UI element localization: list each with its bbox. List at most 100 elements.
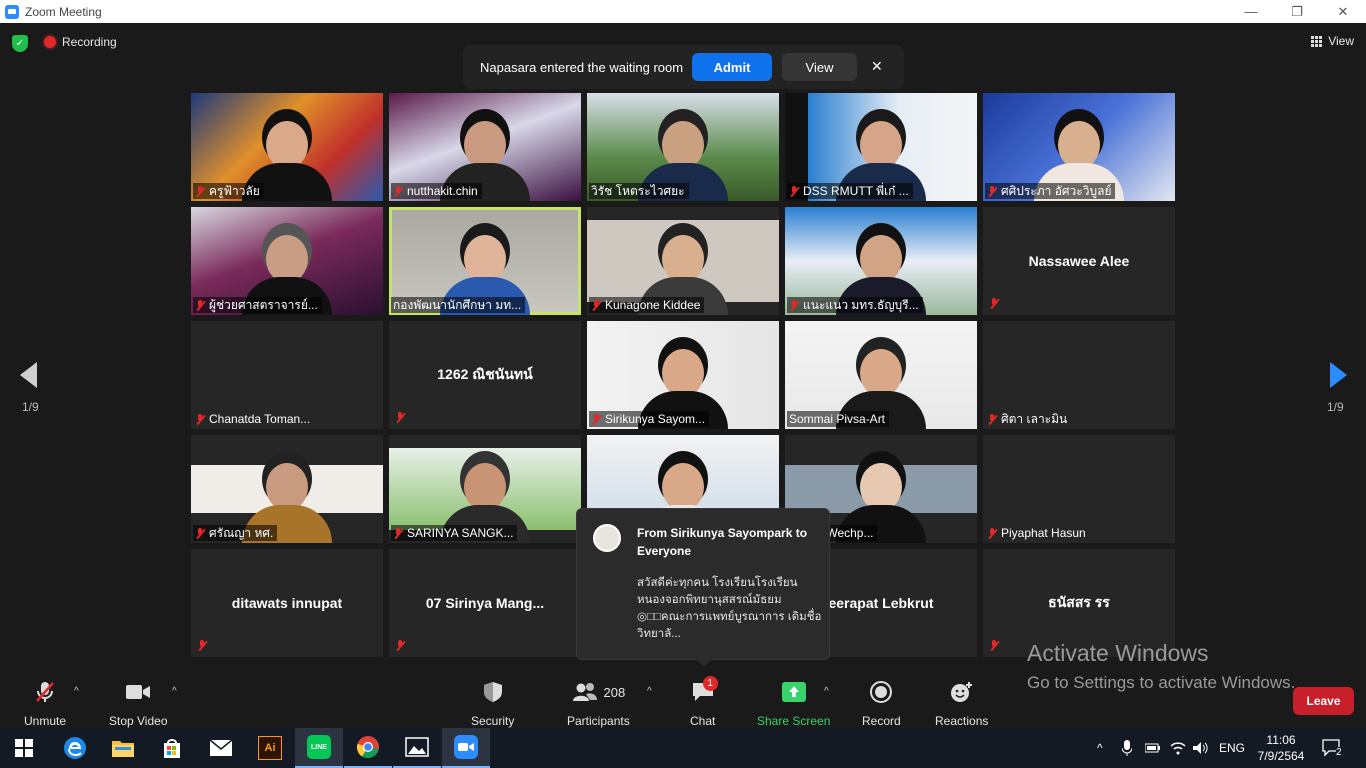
participant-tile[interactable]: ศรัณญา หศ. — [191, 435, 383, 543]
edge-browser-icon[interactable] — [51, 728, 99, 768]
admit-button[interactable]: Admit — [692, 53, 772, 81]
share-options-caret-icon[interactable]: ^ — [824, 686, 829, 697]
line-app-icon[interactable]: LINE — [295, 728, 343, 768]
participant-name: eerapat Lebkrut — [828, 595, 934, 611]
participant-name: ศิตา เลาะมิน — [1001, 411, 1068, 426]
share-screen-button[interactable]: Share Screen — [757, 680, 830, 728]
clock-date: 7/9/2564 — [1257, 749, 1305, 763]
mail-icon[interactable] — [197, 728, 245, 768]
participant-name-label: DSS RMUTT พี่เก๋ ... — [787, 183, 913, 199]
participant-tile[interactable]: วิรัช โหตระไวศยะ — [587, 93, 779, 201]
chat-message-popup[interactable]: From Sirikunya Sayompark to Everyone สวั… — [576, 508, 830, 667]
participant-tile[interactable]: ศิตา เลาะมิน — [983, 321, 1175, 429]
participant-tile[interactable]: SARINYA SANGK... — [389, 435, 581, 543]
close-notification-icon[interactable]: ✕ — [871, 58, 883, 75]
start-windows-icon[interactable] — [0, 728, 48, 768]
participant-name: กองพัฒนานักศึกษา มท... — [393, 297, 522, 312]
participant-tile[interactable]: Nassawee Alee — [983, 207, 1175, 315]
battery-icon[interactable] — [1145, 728, 1161, 768]
video-options-caret-icon[interactable]: ^ — [172, 686, 177, 697]
record-label: Record — [862, 714, 901, 728]
page-indicator-left: 1/9 — [22, 400, 39, 414]
waiting-room-message: Napasara entered the waiting room — [480, 59, 684, 75]
chat-button[interactable]: 1 Chat — [690, 676, 718, 728]
participant-tile[interactable]: 1262 ณิชนันทน์ — [389, 321, 581, 429]
participant-tile[interactable]: Piyaphat Hasun — [983, 435, 1175, 543]
sender-avatar — [593, 524, 621, 552]
smiley-plus-icon — [950, 680, 974, 704]
audio-options-caret-icon[interactable]: ^ — [74, 686, 79, 697]
muted-mic-icon — [195, 185, 205, 197]
previous-page-arrow-icon[interactable] — [20, 362, 37, 388]
participant-name-label: SARINYA SANGK... — [391, 525, 518, 541]
maximize-button[interactable]: ❐ — [1274, 0, 1320, 23]
next-page-arrow-icon[interactable] — [1330, 362, 1347, 388]
participant-name: ditawats innupat — [231, 595, 343, 611]
participant-name-label: Piyaphat Hasun — [985, 525, 1090, 541]
view-waiting-room-button[interactable]: View — [782, 53, 857, 81]
participant-tile[interactable]: nutthakit.chin — [389, 93, 581, 201]
illustrator-icon[interactable]: Ai — [246, 728, 294, 768]
participant-name: Kunagone Kiddee — [605, 298, 701, 312]
stop-video-button[interactable]: Stop Video — [109, 680, 168, 728]
microphone-tray-icon[interactable] — [1122, 728, 1132, 768]
participant-name-label: nutthakit.chin — [391, 183, 482, 199]
zoom-app-icon — [5, 4, 19, 19]
notifications-icon[interactable]: 2 — [1322, 728, 1350, 768]
participant-tile[interactable]: 07 Sirinya Mang... — [389, 549, 581, 657]
record-button[interactable]: Record — [862, 680, 901, 728]
muted-mic-icon — [591, 413, 601, 425]
participant-tile[interactable]: DSS RMUTT พี่เก๋ ... — [785, 93, 977, 201]
show-hidden-icons-icon[interactable]: ^ — [1097, 728, 1103, 768]
participant-tile[interactable]: ครูฟ้าวลัย — [191, 93, 383, 201]
muted-mic-icon — [395, 640, 405, 651]
participant-tile[interactable]: Chanatda Toman... — [191, 321, 383, 429]
waiting-room-notification: Napasara entered the waiting room Admit … — [463, 45, 904, 89]
participant-name-label: ผู้ช่วยศาสตราจารย์... — [193, 297, 322, 313]
recording-indicator[interactable]: Recording — [44, 35, 117, 49]
close-window-button[interactable]: ✕ — [1320, 0, 1366, 23]
reactions-label: Reactions — [935, 714, 989, 728]
leave-meeting-button[interactable]: Leave — [1293, 687, 1354, 715]
view-button[interactable]: View — [1311, 34, 1354, 48]
minimize-button[interactable]: — — [1228, 0, 1274, 23]
file-explorer-icon[interactable] — [99, 728, 147, 768]
participant-tile[interactable]: แนะแนว มทร.ธัญบุรี... — [785, 207, 977, 315]
microsoft-store-icon[interactable] — [148, 728, 196, 768]
muted-mic-icon — [395, 412, 405, 423]
security-shield-icon[interactable]: ✓ — [12, 35, 28, 52]
windows-taskbar: Ai LINE ^ ENG 11:06 7/9/2564 2 — [0, 728, 1366, 768]
chrome-browser-icon[interactable] — [344, 728, 392, 768]
participant-tile[interactable]: ศศิประภา อัศวะวิบูลย์ — [983, 93, 1175, 201]
wifi-icon[interactable] — [1170, 728, 1186, 768]
muted-mic-icon — [989, 640, 999, 651]
unmute-button[interactable]: Unmute — [24, 680, 66, 728]
participant-name: Chanatda Toman... — [209, 412, 311, 426]
photos-icon[interactable] — [393, 728, 441, 768]
participants-button[interactable]: 208 Participants — [567, 680, 630, 728]
participant-name-label: Sirikunya Sayom... — [589, 411, 710, 427]
volume-icon[interactable] — [1192, 728, 1210, 768]
participant-tile[interactable]: Kunagone Kiddee — [587, 207, 779, 315]
muted-mic-icon — [591, 299, 601, 311]
participants-caret-icon[interactable]: ^ — [647, 686, 652, 697]
stop-video-label: Stop Video — [109, 714, 168, 728]
popup-tail — [696, 659, 712, 667]
security-button[interactable]: Security — [471, 680, 514, 728]
input-language[interactable]: ENG — [1219, 728, 1245, 768]
participant-tile[interactable]: ditawats innupat — [191, 549, 383, 657]
participant-tile[interactable]: ผู้ช่วยศาสตราจารย์... — [191, 207, 383, 315]
participant-tile[interactable]: กองพัฒนานักศึกษา มท... — [389, 207, 581, 315]
participant-tile[interactable]: Sommai Pivsa-Art — [785, 321, 977, 429]
participant-name: วิรัช โหตระไวศยะ — [591, 183, 685, 198]
muted-mic-icon — [195, 413, 205, 425]
participant-name: ศศิประภา อัศวะวิบูลย์ — [1001, 183, 1112, 198]
zoom-taskbar-icon[interactable] — [442, 728, 490, 768]
reactions-button[interactable]: Reactions — [935, 680, 988, 728]
participant-name-label: ครูฟ้าวลัย — [193, 183, 264, 199]
participant-tile[interactable]: Sirikunya Sayom... — [587, 321, 779, 429]
participant-name: Sommai Pivsa-Art — [789, 412, 886, 426]
muted-mic-icon — [987, 413, 997, 425]
muted-mic-icon — [789, 185, 799, 197]
system-clock[interactable]: 11:06 7/9/2564 — [1251, 732, 1311, 764]
